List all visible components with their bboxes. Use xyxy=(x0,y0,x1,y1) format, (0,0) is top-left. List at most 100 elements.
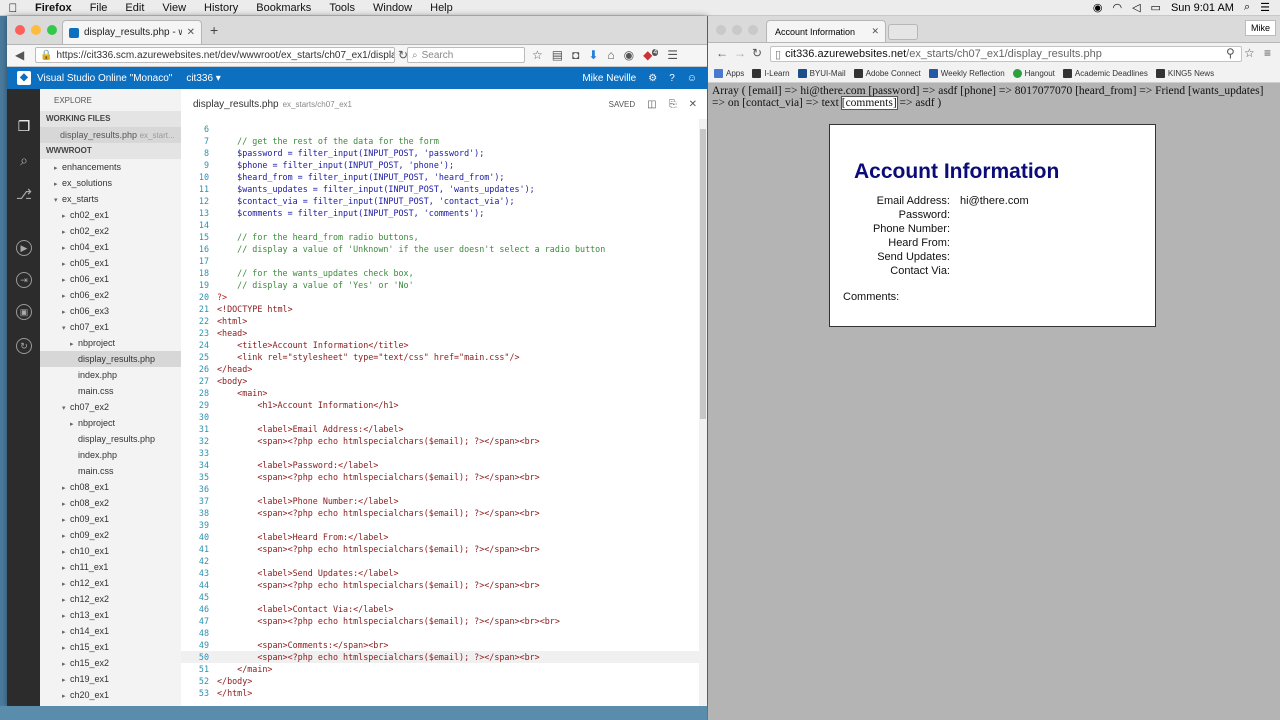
output-icon[interactable]: ▣ xyxy=(16,304,32,320)
tree-item[interactable]: ▸ ch10_ex1 xyxy=(40,543,181,559)
reading-list-icon[interactable]: ▤ xyxy=(552,48,563,62)
run-icon[interactable]: ▶ xyxy=(16,240,32,256)
tree-item[interactable]: ▸ ch04_ex1 xyxy=(40,239,181,255)
tree-item[interactable]: ▸ ch15_ex1 xyxy=(40,639,181,655)
record-icon[interactable]: ◉ xyxy=(1093,1,1103,14)
menu-app-name[interactable]: Firefox xyxy=(26,2,81,14)
spotlight-icon[interactable]: ⌕ xyxy=(1244,1,1250,14)
clock[interactable]: Sun 9:01 AM xyxy=(1171,2,1234,14)
apple-icon[interactable]:  xyxy=(0,1,26,15)
tree-item[interactable]: ▾ ex_starts xyxy=(40,191,181,207)
bookmark-star-icon[interactable]: ☆ xyxy=(1244,46,1255,60)
menu-tools[interactable]: Tools xyxy=(320,2,364,14)
close-tab-icon[interactable]: ✕ xyxy=(871,26,879,37)
menu-window[interactable]: Window xyxy=(364,2,421,14)
user-name[interactable]: Mike Neville xyxy=(582,73,636,84)
right-url-bar[interactable]: ▯ cit336.azurewebsites.net/ex_starts/ch0… xyxy=(770,46,1242,62)
bookmark-hangout[interactable]: Hangout xyxy=(1012,69,1055,78)
bookmark-byui-mail[interactable]: BYUI-Mail xyxy=(797,69,846,78)
tree-item[interactable]: ▸ ch12_ex1 xyxy=(40,575,181,591)
search-icon[interactable]: ⌕ xyxy=(15,151,33,169)
console-icon[interactable]: ↻ xyxy=(16,338,32,354)
bookmark-king5-news[interactable]: KING5 News xyxy=(1155,69,1214,78)
tree-item[interactable]: ▸ ch19_ex1 xyxy=(40,671,181,687)
close-editor-icon[interactable]: ✕ xyxy=(689,99,697,110)
tree-item[interactable]: ▸ ch06_ex1 xyxy=(40,271,181,287)
left-url-bar[interactable]: 🔒 https://cit336.scm.azurewebsites.net/d… xyxy=(35,47,395,63)
explorer-files-icon[interactable]: ❐ xyxy=(15,117,33,135)
menu-bookmarks[interactable]: Bookmarks xyxy=(247,2,320,14)
tree-item[interactable]: ▾ ch07_ex2 xyxy=(40,399,181,415)
zoom-window-button[interactable] xyxy=(748,25,758,35)
tree-item[interactable]: ▸ ch14_ex1 xyxy=(40,623,181,639)
tree-item[interactable]: ▸ enhancements xyxy=(40,159,181,175)
pin-icon[interactable]: ⚲ xyxy=(1226,46,1235,60)
help-icon[interactable]: ? xyxy=(669,73,675,84)
back-icon[interactable]: ◀ xyxy=(15,48,24,62)
notification-center-icon[interactable]: ☰ xyxy=(1260,1,1270,14)
tree-item[interactable]: ▸ nbproject xyxy=(40,415,181,431)
menu-edit[interactable]: Edit xyxy=(116,2,153,14)
product-name[interactable]: Visual Studio Online "Monaco" xyxy=(37,73,172,84)
tree-item[interactable]: index.php xyxy=(40,367,181,383)
close-tab-icon[interactable]: ✕ xyxy=(187,27,195,38)
git-icon[interactable]: ⎇ xyxy=(15,185,33,203)
reload-icon[interactable]: ↻ xyxy=(752,46,762,60)
tree-item[interactable]: ▸ ch05_ex1 xyxy=(40,255,181,271)
site-name[interactable]: cit336 ▾ xyxy=(186,73,221,84)
tree-item[interactable]: ▸ ch11_ex1 xyxy=(40,559,181,575)
tree-item[interactable]: display_results.php xyxy=(40,351,181,367)
forward-icon[interactable]: → xyxy=(734,46,746,60)
bookmark-star-icon[interactable]: ☆ xyxy=(532,48,543,62)
code-area[interactable]: 67 // get the rest of the data for the f… xyxy=(181,123,707,699)
tree-item[interactable]: ▸ ch09_ex2 xyxy=(40,527,181,543)
tree-item[interactable]: main.css xyxy=(40,383,181,399)
hamburger-menu-icon[interactable]: ☰ xyxy=(667,48,678,62)
menu-help[interactable]: Help xyxy=(421,2,462,14)
pocket-icon[interactable]: ◘ xyxy=(572,48,579,62)
tree-item[interactable]: index.php xyxy=(40,447,181,463)
download-icon[interactable]: ⬇ xyxy=(588,48,598,62)
tree-item[interactable]: ▸ ch08_ex1 xyxy=(40,479,181,495)
tree-item[interactable]: ▾ ch07_ex1 xyxy=(40,319,181,335)
tree-item[interactable]: ▸ ch20_ex1 xyxy=(40,687,181,703)
menu-file[interactable]: File xyxy=(81,2,117,14)
menu-icon[interactable]: ≡ xyxy=(1264,46,1271,60)
tree-item[interactable]: ▸ ch13_ex1 xyxy=(40,607,181,623)
tree-item[interactable]: ▸ ch06_ex3 xyxy=(40,303,181,319)
split-editor-icon[interactable]: ◫ xyxy=(647,99,656,110)
bookmark-adobe-connect[interactable]: Adobe Connect xyxy=(853,69,921,78)
tree-item[interactable]: main.css xyxy=(40,463,181,479)
new-tab-button[interactable] xyxy=(888,24,918,40)
working-files-section[interactable]: WORKING FILES xyxy=(40,111,181,127)
close-window-button[interactable] xyxy=(716,25,726,35)
home-icon[interactable]: ⌂ xyxy=(607,48,614,62)
bookmark-i-learn[interactable]: I-Learn xyxy=(752,69,790,78)
tree-item[interactable]: ▸ nbproject xyxy=(40,335,181,351)
tree-item[interactable]: ▸ ex_solutions xyxy=(40,175,181,191)
tree-item[interactable]: ▸ ch12_ex2 xyxy=(40,591,181,607)
minimize-window-button[interactable] xyxy=(732,25,742,35)
tree-item[interactable]: ▸ ch06_ex2 xyxy=(40,287,181,303)
menu-history[interactable]: History xyxy=(195,2,247,14)
deploy-icon[interactable]: ⇥ xyxy=(16,272,32,288)
close-window-button[interactable] xyxy=(15,25,25,35)
bookmark-academic-deadlines[interactable]: Academic Deadlines xyxy=(1062,69,1148,78)
tab-display-results[interactable]: display_results.php - wwwr... ✕ xyxy=(62,20,202,44)
scrollbar-thumb[interactable] xyxy=(700,129,706,419)
settings-gear-icon[interactable]: ⚙ xyxy=(648,73,657,84)
working-file-item[interactable]: display_results.php ex_start... xyxy=(40,127,181,143)
editor-scrollbar[interactable] xyxy=(699,119,707,706)
wwwroot-section[interactable]: WWWROOT xyxy=(40,143,181,159)
bookmark-weekly-reflection[interactable]: Weekly Reflection xyxy=(928,69,1005,78)
tree-item[interactable]: ▸ ch08_ex2 xyxy=(40,495,181,511)
chat-icon[interactable]: ◉ xyxy=(624,48,634,62)
menu-view[interactable]: View xyxy=(153,2,195,14)
smiley-feedback-icon[interactable]: ☺ xyxy=(687,73,697,84)
tree-item[interactable]: ▸ ch15_ex2 xyxy=(40,655,181,671)
tree-item[interactable]: ▸ ch02_ex2 xyxy=(40,223,181,239)
addon-icon[interactable]: ◆4 xyxy=(643,48,659,62)
battery-icon[interactable]: ▭ xyxy=(1151,1,1161,14)
back-icon[interactable]: ← xyxy=(716,46,728,60)
open-preview-icon[interactable]: ⎘ xyxy=(669,99,677,110)
